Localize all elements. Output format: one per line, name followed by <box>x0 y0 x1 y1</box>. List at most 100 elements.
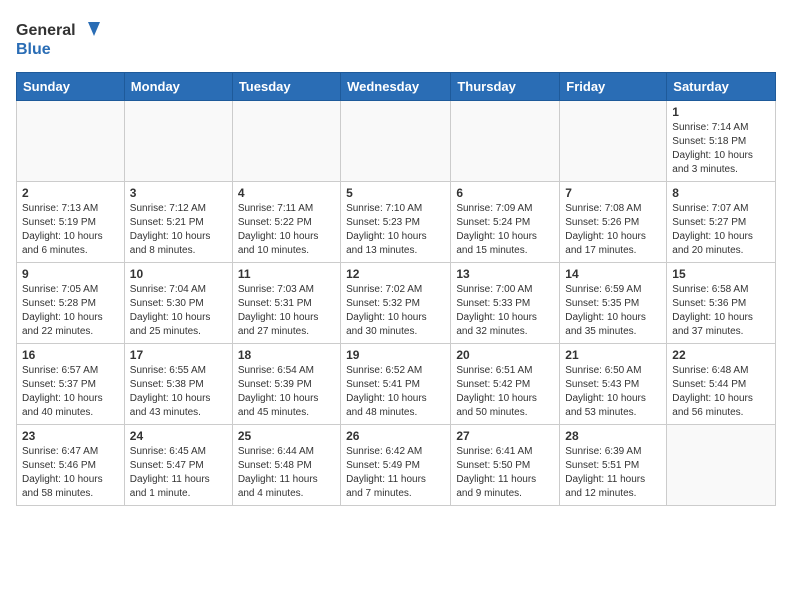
day-header-thursday: Thursday <box>451 73 560 101</box>
day-info: Sunrise: 7:04 AM Sunset: 5:30 PM Dayligh… <box>130 283 227 339</box>
day-number: 15 <box>672 267 770 281</box>
day-number: 22 <box>672 348 770 362</box>
day-number: 19 <box>346 348 445 362</box>
day-number: 27 <box>456 429 554 443</box>
day-number: 11 <box>238 267 335 281</box>
calendar-cell: 3 Sunrise: 7:12 AM Sunset: 5:21 PM Daylig… <box>124 182 232 263</box>
calendar-cell: 22 Sunrise: 6:48 AM Sunset: 5:44 PM Dayli… <box>667 344 776 425</box>
day-number: 9 <box>22 267 119 281</box>
day-info: Sunrise: 6:44 AM Sunset: 5:48 PM Dayligh… <box>238 445 335 501</box>
calendar-cell: 9 Sunrise: 7:05 AM Sunset: 5:28 PM Daylig… <box>17 263 125 344</box>
day-info: Sunrise: 6:50 AM Sunset: 5:43 PM Dayligh… <box>565 364 661 420</box>
day-number: 13 <box>456 267 554 281</box>
calendar-cell: 20 Sunrise: 6:51 AM Sunset: 5:42 PM Dayli… <box>451 344 560 425</box>
calendar-cell: 11 Sunrise: 7:03 AM Sunset: 5:31 PM Dayli… <box>232 263 340 344</box>
day-number: 3 <box>130 186 227 200</box>
day-info: Sunrise: 6:41 AM Sunset: 5:50 PM Dayligh… <box>456 445 554 501</box>
calendar-cell <box>451 101 560 182</box>
calendar-cell: 17 Sunrise: 6:55 AM Sunset: 5:38 PM Dayli… <box>124 344 232 425</box>
calendar-cell: 15 Sunrise: 6:58 AM Sunset: 5:36 PM Dayli… <box>667 263 776 344</box>
calendar-table: SundayMondayTuesdayWednesdayThursdayFrid… <box>16 72 776 506</box>
calendar-cell <box>341 101 451 182</box>
day-number: 24 <box>130 429 227 443</box>
calendar-cell: 21 Sunrise: 6:50 AM Sunset: 5:43 PM Dayli… <box>560 344 667 425</box>
calendar-week-row: 23 Sunrise: 6:47 AM Sunset: 5:46 PM Dayli… <box>17 425 776 506</box>
day-number: 18 <box>238 348 335 362</box>
day-info: Sunrise: 6:45 AM Sunset: 5:47 PM Dayligh… <box>130 445 227 501</box>
day-info: Sunrise: 7:02 AM Sunset: 5:32 PM Dayligh… <box>346 283 445 339</box>
day-header-tuesday: Tuesday <box>232 73 340 101</box>
day-info: Sunrise: 7:11 AM Sunset: 5:22 PM Dayligh… <box>238 202 335 258</box>
day-info: Sunrise: 6:58 AM Sunset: 5:36 PM Dayligh… <box>672 283 770 339</box>
calendar-cell: 26Sunrise: 6:42 AM Sunset: 5:49 PM Dayli… <box>341 425 451 506</box>
day-header-wednesday: Wednesday <box>341 73 451 101</box>
day-header-sunday: Sunday <box>17 73 125 101</box>
calendar-cell: 2 Sunrise: 7:13 AM Sunset: 5:19 PM Daylig… <box>17 182 125 263</box>
day-info: Sunrise: 6:51 AM Sunset: 5:42 PM Dayligh… <box>456 364 554 420</box>
calendar-week-row: 2 Sunrise: 7:13 AM Sunset: 5:19 PM Daylig… <box>17 182 776 263</box>
day-info: Sunrise: 7:05 AM Sunset: 5:28 PM Dayligh… <box>22 283 119 339</box>
day-info: Sunrise: 6:39 AM Sunset: 5:51 PM Dayligh… <box>565 445 661 501</box>
calendar-cell <box>560 101 667 182</box>
calendar-week-row: 16 Sunrise: 6:57 AM Sunset: 5:37 PM Dayli… <box>17 344 776 425</box>
svg-text:Blue: Blue <box>16 41 51 58</box>
page-header: General Blue <box>16 16 776 60</box>
day-number: 16 <box>22 348 119 362</box>
day-header-monday: Monday <box>124 73 232 101</box>
day-info: Sunrise: 7:00 AM Sunset: 5:33 PM Dayligh… <box>456 283 554 339</box>
day-info: Sunrise: 6:55 AM Sunset: 5:38 PM Dayligh… <box>130 364 227 420</box>
day-number: 2 <box>22 186 119 200</box>
day-info: Sunrise: 6:54 AM Sunset: 5:39 PM Dayligh… <box>238 364 335 420</box>
day-info: Sunrise: 7:03 AM Sunset: 5:31 PM Dayligh… <box>238 283 335 339</box>
calendar-cell: 10 Sunrise: 7:04 AM Sunset: 5:30 PM Dayli… <box>124 263 232 344</box>
day-info: Sunrise: 7:09 AM Sunset: 5:24 PM Dayligh… <box>456 202 554 258</box>
calendar-cell: 16 Sunrise: 6:57 AM Sunset: 5:37 PM Dayli… <box>17 344 125 425</box>
logo: General Blue <box>16 16 106 60</box>
calendar-week-row: 1 Sunrise: 7:14 AM Sunset: 5:18 PM Daylig… <box>17 101 776 182</box>
calendar-cell: 7Sunrise: 7:08 AM Sunset: 5:26 PM Daylig… <box>560 182 667 263</box>
day-number: 21 <box>565 348 661 362</box>
calendar-cell <box>17 101 125 182</box>
logo-svg: General Blue <box>16 16 106 60</box>
day-number: 25 <box>238 429 335 443</box>
calendar-cell: 4 Sunrise: 7:11 AM Sunset: 5:22 PM Daylig… <box>232 182 340 263</box>
day-info: Sunrise: 7:10 AM Sunset: 5:23 PM Dayligh… <box>346 202 445 258</box>
day-info: Sunrise: 7:07 AM Sunset: 5:27 PM Dayligh… <box>672 202 770 258</box>
day-info: Sunrise: 6:47 AM Sunset: 5:46 PM Dayligh… <box>22 445 119 501</box>
calendar-cell: 19 Sunrise: 6:52 AM Sunset: 5:41 PM Dayli… <box>341 344 451 425</box>
calendar-cell: 12 Sunrise: 7:02 AM Sunset: 5:32 PM Dayli… <box>341 263 451 344</box>
day-number: 4 <box>238 186 335 200</box>
calendar-cell: 25 Sunrise: 6:44 AM Sunset: 5:48 PM Dayli… <box>232 425 340 506</box>
day-number: 1 <box>672 105 770 119</box>
svg-text:General: General <box>16 22 76 39</box>
day-header-saturday: Saturday <box>667 73 776 101</box>
calendar-cell: 28 Sunrise: 6:39 AM Sunset: 5:51 PM Dayli… <box>560 425 667 506</box>
day-number: 28 <box>565 429 661 443</box>
calendar-week-row: 9 Sunrise: 7:05 AM Sunset: 5:28 PM Daylig… <box>17 263 776 344</box>
day-info: Sunrise: 6:48 AM Sunset: 5:44 PM Dayligh… <box>672 364 770 420</box>
day-info: Sunrise: 7:12 AM Sunset: 5:21 PM Dayligh… <box>130 202 227 258</box>
day-number: 12 <box>346 267 445 281</box>
calendar-cell: 24 Sunrise: 6:45 AM Sunset: 5:47 PM Dayli… <box>124 425 232 506</box>
calendar-cell: 5 Sunrise: 7:10 AM Sunset: 5:23 PM Daylig… <box>341 182 451 263</box>
calendar-cell: 6 Sunrise: 7:09 AM Sunset: 5:24 PM Daylig… <box>451 182 560 263</box>
calendar-cell: 13 Sunrise: 7:00 AM Sunset: 5:33 PM Dayli… <box>451 263 560 344</box>
day-header-friday: Friday <box>560 73 667 101</box>
day-number: 20 <box>456 348 554 362</box>
calendar-cell <box>232 101 340 182</box>
calendar-cell: 18 Sunrise: 6:54 AM Sunset: 5:39 PM Dayli… <box>232 344 340 425</box>
day-info: Sunrise: 6:57 AM Sunset: 5:37 PM Dayligh… <box>22 364 119 420</box>
day-number: 17 <box>130 348 227 362</box>
day-number: 5 <box>346 186 445 200</box>
calendar-cell: 23 Sunrise: 6:47 AM Sunset: 5:46 PM Dayli… <box>17 425 125 506</box>
day-number: 10 <box>130 267 227 281</box>
day-number: 6 <box>456 186 554 200</box>
day-info: Sunrise: 6:52 AM Sunset: 5:41 PM Dayligh… <box>346 364 445 420</box>
day-number: 23 <box>22 429 119 443</box>
calendar-cell <box>124 101 232 182</box>
calendar-header-row: SundayMondayTuesdayWednesdayThursdayFrid… <box>17 73 776 101</box>
day-info: Sunrise: 7:13 AM Sunset: 5:19 PM Dayligh… <box>22 202 119 258</box>
calendar-cell: 27 Sunrise: 6:41 AM Sunset: 5:50 PM Dayli… <box>451 425 560 506</box>
calendar-cell: 1 Sunrise: 7:14 AM Sunset: 5:18 PM Daylig… <box>667 101 776 182</box>
day-info: Sunrise: 7:14 AM Sunset: 5:18 PM Dayligh… <box>672 121 770 177</box>
